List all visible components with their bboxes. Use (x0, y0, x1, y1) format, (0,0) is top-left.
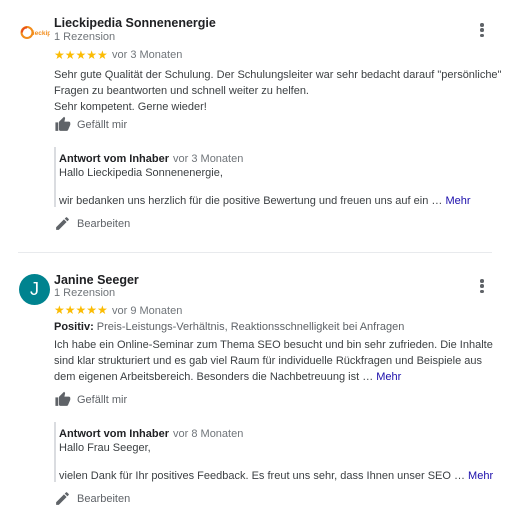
review-text-line: Sehr kompetent. Gerne wieder! (54, 101, 207, 113)
edit-label: Bearbeiten (77, 217, 131, 230)
reviewer-name[interactable]: Janine Seeger (54, 273, 139, 287)
edit-reply-button[interactable]: Bearbeiten (54, 490, 130, 507)
more-vert-icon (480, 279, 484, 283)
review-divider (18, 252, 492, 253)
reply-owner-label: Antwort vom Inhaber (59, 153, 170, 165)
reviewer-name[interactable]: Lieckipedia Sonnenenergie (54, 16, 216, 30)
avatar-letter: J (30, 279, 39, 299)
more-vert-icon (480, 23, 484, 27)
review-more-link[interactable]: Mehr (376, 371, 401, 383)
review-text-line: Sehr gute Qualität der Schulung. Der Sch… (54, 69, 502, 97)
review-text-body: Ich habe ein Online-Seminar zum Thema SE… (54, 339, 493, 383)
review-text: Sehr gute Qualität der Schulung. Der Sch… (54, 67, 502, 115)
like-button[interactable]: Gefällt mir (54, 391, 127, 408)
reply-time: vor 8 Monaten (173, 428, 244, 440)
pencil-icon (56, 492, 69, 505)
edit-reply-button[interactable]: Bearbeiten (54, 215, 130, 232)
logo-text: lieckipedia (31, 30, 50, 37)
positive-label: Positiv: (54, 321, 94, 333)
edit-label: Bearbeiten (77, 492, 131, 505)
review-time: vor 3 Monaten (112, 49, 183, 61)
reply-text: vielen Dank für Ihr positives Feedback. … (59, 470, 465, 482)
like-button[interactable]: Gefällt mir (54, 116, 127, 133)
reply-bar (54, 422, 56, 482)
more-options-button[interactable] (474, 20, 490, 40)
thumb-up-icon (55, 391, 71, 406)
review-count: 1 Rezension (54, 31, 116, 43)
review-count: 1 Rezension (54, 287, 116, 299)
positive-value: Preis-Leistungs-Verhältnis, Reaktionssch… (96, 321, 405, 333)
logo-icon: lieckipedia (20, 26, 50, 39)
pencil-icon (56, 217, 69, 230)
reviewer-avatar[interactable]: J (19, 274, 50, 305)
owner-reply: Antwort vom Inhaber vor 3 Monaten Hallo L… (59, 152, 499, 208)
review-text: Ich habe ein Online-Seminar zum Thema SE… (54, 337, 502, 385)
rating-stars: ★★★★★ (54, 303, 108, 317)
reply-bar (54, 147, 56, 207)
like-label: Gefällt mir (77, 393, 128, 406)
like-label: Gefällt mir (77, 118, 128, 131)
reply-greeting: Hallo Lieckipedia Sonnenenergie, (59, 167, 223, 179)
reply-more-link[interactable]: Mehr (468, 470, 493, 482)
reviewer-avatar[interactable]: lieckipedia (19, 17, 50, 48)
owner-reply: Antwort vom Inhaber vor 8 Monaten Hallo F… (59, 427, 499, 483)
positive-highlights: Positiv: Preis-Leistungs-Verhältnis, Rea… (54, 321, 404, 333)
review-time: vor 9 Monaten (112, 305, 183, 317)
more-options-button[interactable] (474, 276, 490, 296)
rating-stars: ★★★★★ (54, 48, 108, 62)
reply-more-link[interactable]: Mehr (445, 195, 470, 207)
thumb-up-icon (55, 116, 71, 131)
reply-owner-label: Antwort vom Inhaber (59, 428, 170, 440)
reply-text: wir bedanken uns herzlich für die positi… (59, 195, 443, 207)
reply-time: vor 3 Monaten (173, 153, 244, 165)
reply-greeting: Hallo Frau Seeger, (59, 442, 151, 454)
